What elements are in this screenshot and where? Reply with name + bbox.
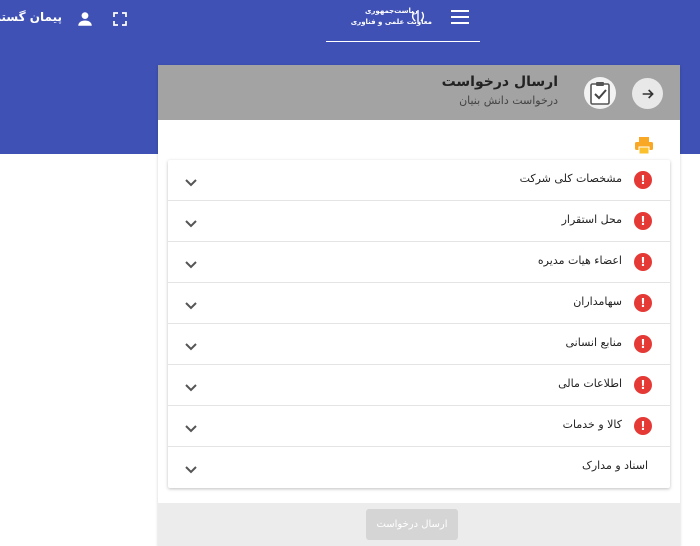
section-label: مشخصات کلی شرکت [519, 172, 622, 185]
section-row[interactable]: ! اعضاء هیات مدیره [168, 242, 670, 283]
user-name: پیمان گستران د [0, 10, 62, 24]
section-row[interactable]: ! منابع انسانی [168, 324, 670, 365]
section-row[interactable]: ! اطلاعات مالی [168, 365, 670, 406]
section-row[interactable]: ! محل استقرار [168, 201, 670, 242]
chevron-down-icon [184, 256, 198, 269]
alert-icon: ! [634, 376, 652, 394]
request-card: ارسال درخواست درخواست دانش بنیان ! مشخصات… [158, 65, 680, 546]
alert-icon: ! [634, 417, 652, 435]
section-label: منابع انسانی [565, 336, 623, 349]
section-label: اعضاء هیات مدیره [537, 254, 622, 267]
chevron-down-icon [184, 174, 198, 187]
back-button[interactable] [632, 78, 663, 109]
alert-icon: ! [634, 212, 652, 230]
chevron-down-icon [184, 215, 198, 228]
chevron-down-icon [184, 461, 198, 474]
card-title: ارسال درخواست [441, 74, 558, 90]
card-footer: ارسال درخواست [158, 503, 680, 546]
section-label: محل استقرار [561, 213, 622, 226]
section-label: سهامداران [573, 295, 622, 308]
section-row[interactable]: اسناد و مدارک [168, 447, 670, 488]
alert-icon: ! [634, 294, 652, 312]
card-subtitle: درخواست دانش بنیان [459, 94, 558, 107]
clipboard-check-icon [584, 77, 616, 109]
section-label: اسناد و مدارک [581, 459, 648, 472]
printer-icon[interactable] [634, 137, 654, 155]
arrow-right-icon [642, 88, 654, 99]
user-icon[interactable] [74, 8, 96, 30]
menu-icon[interactable] [449, 7, 471, 27]
alert-icon: ! [634, 253, 652, 271]
section-row[interactable]: ! مشخصات کلی شرکت [168, 160, 670, 201]
section-label: اطلاعات مالی [558, 377, 622, 390]
alert-icon: ! [634, 171, 652, 189]
chevron-down-icon [184, 338, 198, 351]
chevron-down-icon [184, 297, 198, 310]
section-row[interactable]: ! سهامداران [168, 283, 670, 324]
iran-emblem-icon [410, 8, 426, 24]
fullscreen-icon[interactable] [109, 8, 131, 30]
alert-icon: ! [634, 335, 652, 353]
chevron-down-icon [184, 379, 198, 392]
section-row[interactable]: ! کالا و خدمات [168, 406, 670, 447]
card-header: ارسال درخواست درخواست دانش بنیان [158, 65, 680, 120]
submit-request-button[interactable]: ارسال درخواست [366, 509, 458, 540]
section-label: کالا و خدمات [562, 418, 622, 431]
sections-list: ! مشخصات کلی شرکت! محل استقرار! اعضاء هیات … [168, 160, 670, 488]
chevron-down-icon [184, 420, 198, 433]
